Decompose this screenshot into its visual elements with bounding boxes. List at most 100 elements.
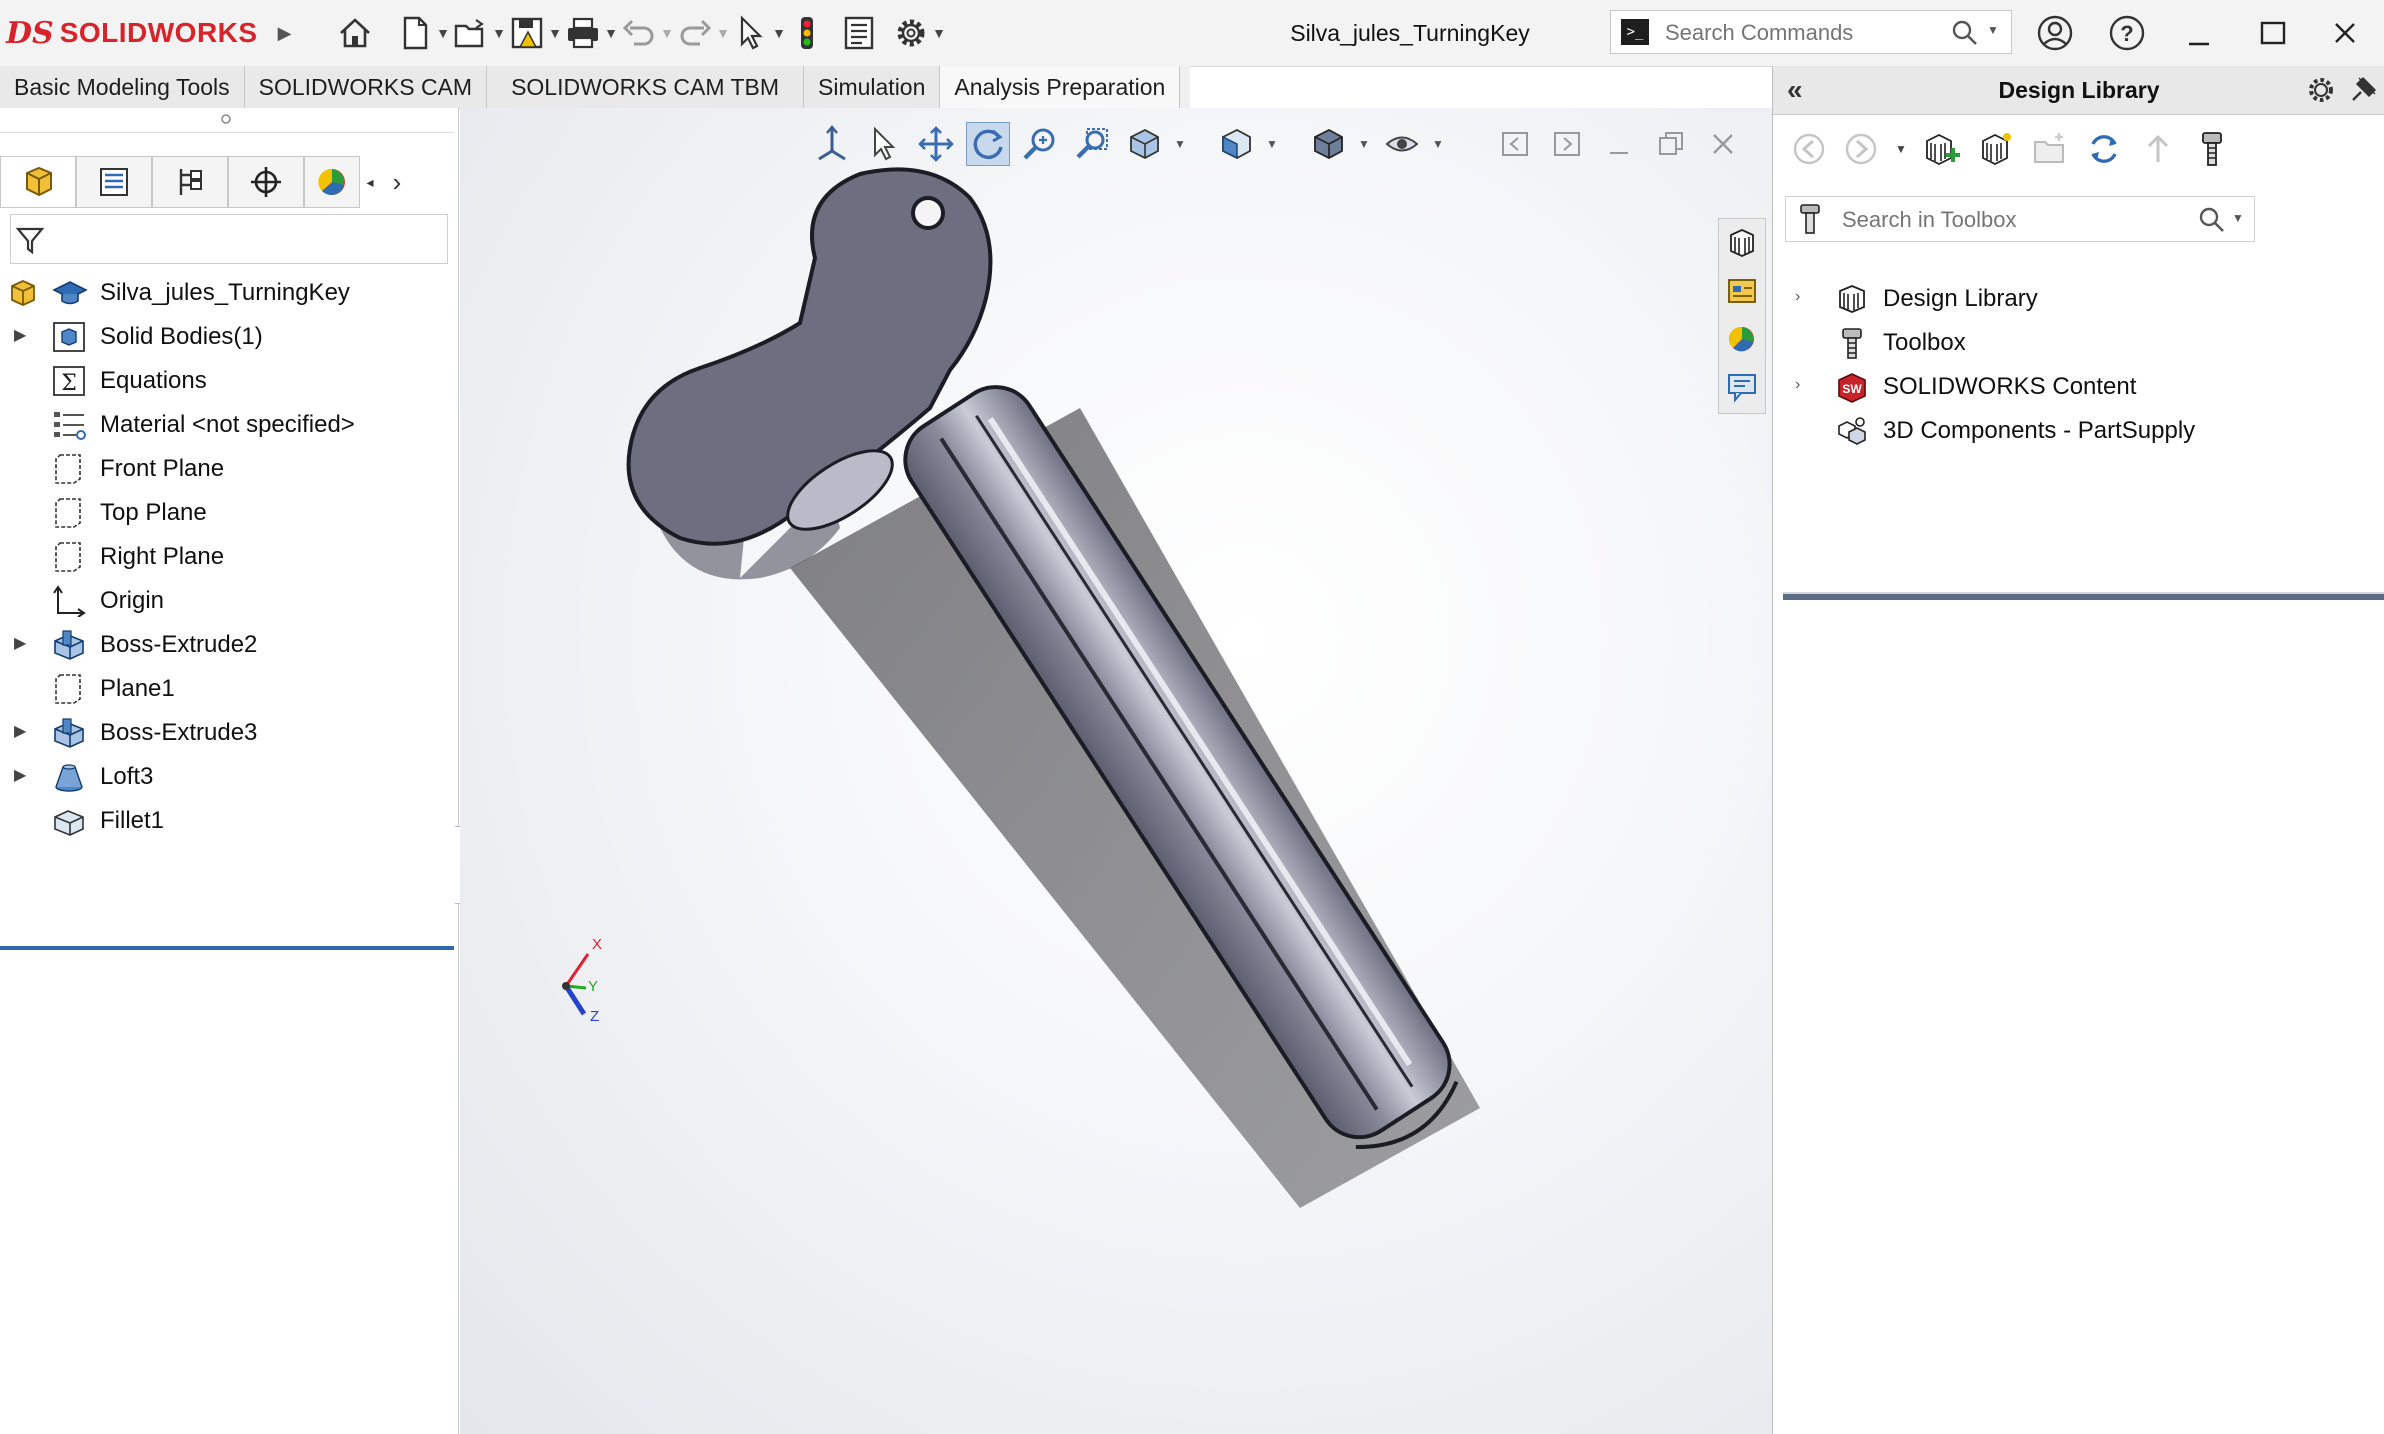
tree-item-right-plane[interactable]: Right Plane: [0, 534, 454, 578]
up-one-level-icon[interactable]: [2139, 130, 2177, 168]
save-dropdown-icon[interactable]: ▼: [546, 10, 564, 56]
add-to-library-icon[interactable]: [1923, 130, 1961, 168]
menu-expand-arrow-icon[interactable]: ▶: [278, 23, 292, 44]
title-bar: DS SOLIDWORKS ▶ ▼ ▼ ▼ ▼ ▼ ▼ ▼ ▼ Silva_ju…: [0, 0, 2384, 67]
tree-item-boss-extrude3[interactable]: ▶ Boss-Extrude3: [0, 710, 454, 754]
options-gear-icon[interactable]: [892, 14, 930, 52]
tree-item-label: Origin: [100, 587, 165, 614]
file-properties-icon[interactable]: [840, 14, 878, 52]
filter-icon[interactable]: [15, 225, 45, 255]
search-commands-box[interactable]: >_ ▼: [1610, 10, 2012, 54]
open-icon[interactable]: [452, 14, 490, 52]
tree-item-loft3[interactable]: ▶ Loft3: [0, 754, 454, 798]
library-item-toolbox[interactable]: Toolbox: [1773, 320, 2373, 364]
tree-item-front-plane[interactable]: Front Plane: [0, 446, 454, 490]
tree-item-plane1[interactable]: Plane1: [0, 666, 454, 710]
dimxpertmanager-tab-icon[interactable]: [228, 156, 304, 208]
tree-item-equations[interactable]: Σ Equations: [0, 358, 454, 402]
panel-grip[interactable]: [0, 108, 454, 133]
expand-arrow-icon[interactable]: ▶: [14, 326, 34, 346]
toolbox-search-box[interactable]: ▼: [1785, 196, 2255, 242]
pin-icon[interactable]: [2349, 74, 2379, 104]
expand-arrow-icon[interactable]: ▶: [14, 634, 34, 654]
fillet-icon: [52, 805, 86, 837]
minimize-window-icon[interactable]: [2164, 0, 2234, 66]
expand-arrow-icon[interactable]: ›: [1795, 288, 1800, 306]
tab-basic-modeling-tools[interactable]: Basic Modeling Tools: [0, 66, 245, 108]
appearances-tab-icon[interactable]: [1719, 315, 1765, 363]
save-icon[interactable]: [508, 14, 546, 52]
options-dropdown-icon[interactable]: ▼: [930, 10, 948, 56]
panel-options-gear-icon[interactable]: [2305, 74, 2337, 106]
featuremanager-tab-icon[interactable]: [0, 156, 76, 208]
panel-splitter[interactable]: [1783, 592, 2384, 600]
tree-item-label: Loft3: [100, 763, 154, 790]
turning-key-model[interactable]: [460, 108, 1772, 1434]
search-icon[interactable]: [2198, 206, 2226, 234]
configurationmanager-tab-icon[interactable]: [152, 156, 228, 208]
tree-item-material[interactable]: Material <not specified>: [0, 402, 454, 446]
forward-icon[interactable]: [1843, 131, 1879, 167]
file-explorer-tab-icon[interactable]: [1719, 267, 1765, 315]
help-icon[interactable]: ?: [2092, 0, 2162, 66]
search-commands-input[interactable]: [1663, 15, 1937, 51]
tree-item-boss-extrude2[interactable]: ▶ Boss-Extrude2: [0, 622, 454, 666]
back-icon[interactable]: [1791, 131, 1827, 167]
select-dropdown-icon[interactable]: ▼: [770, 10, 788, 56]
create-new-folder-icon[interactable]: [2031, 130, 2069, 168]
brand-name: SOLIDWORKS: [59, 17, 258, 48]
select-cursor-icon[interactable]: [732, 14, 770, 52]
graphics-area[interactable]: ▼ ▼ ▼ ▼ X Y Z: [460, 108, 1772, 1434]
rollback-bar[interactable]: [0, 946, 454, 950]
tab-solidworks-cam-tbm[interactable]: SOLIDWORKS CAM TBM: [487, 66, 804, 108]
tree-root-part[interactable]: Silva_jules_TurningKey: [0, 270, 454, 314]
tab-analysis-preparation[interactable]: Analysis Preparation: [940, 66, 1181, 108]
solidworks-logo[interactable]: DS SOLIDWORKS ▶: [6, 10, 291, 56]
redo-dropdown-icon[interactable]: ▼: [714, 10, 732, 56]
rebuild-traffic-light-icon[interactable]: [788, 14, 826, 52]
tab-solidworks-cam[interactable]: SOLIDWORKS CAM: [244, 66, 488, 108]
account-icon[interactable]: [2020, 0, 2090, 66]
expand-arrow-icon[interactable]: ›: [1795, 376, 1800, 394]
feature-manager-panel: ◂ › Silva_jules_TurningKey ▶ Solid Bodie…: [0, 108, 478, 1434]
new-document-icon[interactable]: [396, 14, 434, 52]
open-dropdown-icon[interactable]: ▼: [490, 10, 508, 56]
history-dropdown-icon[interactable]: ▼: [1895, 142, 1907, 156]
tree-item-solid-bodies[interactable]: ▶ Solid Bodies(1): [0, 314, 454, 358]
library-item-solidworks-content[interactable]: › SW SOLIDWORKS Content: [1773, 364, 2373, 408]
print-dropdown-icon[interactable]: ▼: [602, 10, 620, 56]
custom-properties-tab-icon[interactable]: [1719, 363, 1765, 411]
add-file-location-icon[interactable]: [1977, 130, 2015, 168]
toolbox-config-icon[interactable]: [2193, 130, 2231, 168]
tab-simulation[interactable]: Simulation: [804, 66, 941, 108]
library-item-label: Design Library: [1883, 285, 2038, 312]
redo-icon[interactable]: [676, 14, 714, 52]
library-item-design-library[interactable]: › Design Library: [1773, 276, 2373, 320]
library-item-3d-components-partsupply[interactable]: 3D Components - PartSupply: [1773, 408, 2373, 452]
home-icon[interactable]: [336, 14, 374, 52]
tree-filter-box[interactable]: [10, 214, 448, 264]
refresh-icon[interactable]: [2085, 130, 2123, 168]
design-library-tab-icon[interactable]: [1719, 219, 1765, 267]
tree-item-origin[interactable]: Origin: [0, 578, 454, 622]
tabs-scroll-left-icon[interactable]: ◂: [360, 156, 380, 208]
displaymanager-tab-icon[interactable]: [304, 156, 360, 208]
design-library-icon: [1835, 282, 1869, 316]
undo-icon[interactable]: [620, 14, 658, 52]
maximize-window-icon[interactable]: [2238, 0, 2308, 66]
undo-dropdown-icon[interactable]: ▼: [658, 10, 676, 56]
document-title: Silva_jules_TurningKey: [1290, 20, 1530, 46]
print-icon[interactable]: [564, 14, 602, 52]
toolbox-search-input[interactable]: [1840, 203, 2184, 237]
propertymanager-tab-icon[interactable]: [76, 156, 152, 208]
tabs-scroll-right-icon[interactable]: ›: [380, 156, 414, 208]
tree-item-fillet1[interactable]: Fillet1: [0, 798, 454, 842]
tree-item-top-plane[interactable]: Top Plane: [0, 490, 454, 534]
search-dropdown-icon[interactable]: ▼: [2232, 211, 2244, 225]
search-icon[interactable]: [1951, 19, 1979, 47]
new-dropdown-icon[interactable]: ▼: [434, 10, 452, 56]
expand-arrow-icon[interactable]: ▶: [14, 766, 34, 786]
search-dropdown-icon[interactable]: ▼: [1987, 23, 1999, 37]
expand-arrow-icon[interactable]: ▶: [14, 722, 34, 742]
close-window-icon[interactable]: [2310, 0, 2380, 66]
